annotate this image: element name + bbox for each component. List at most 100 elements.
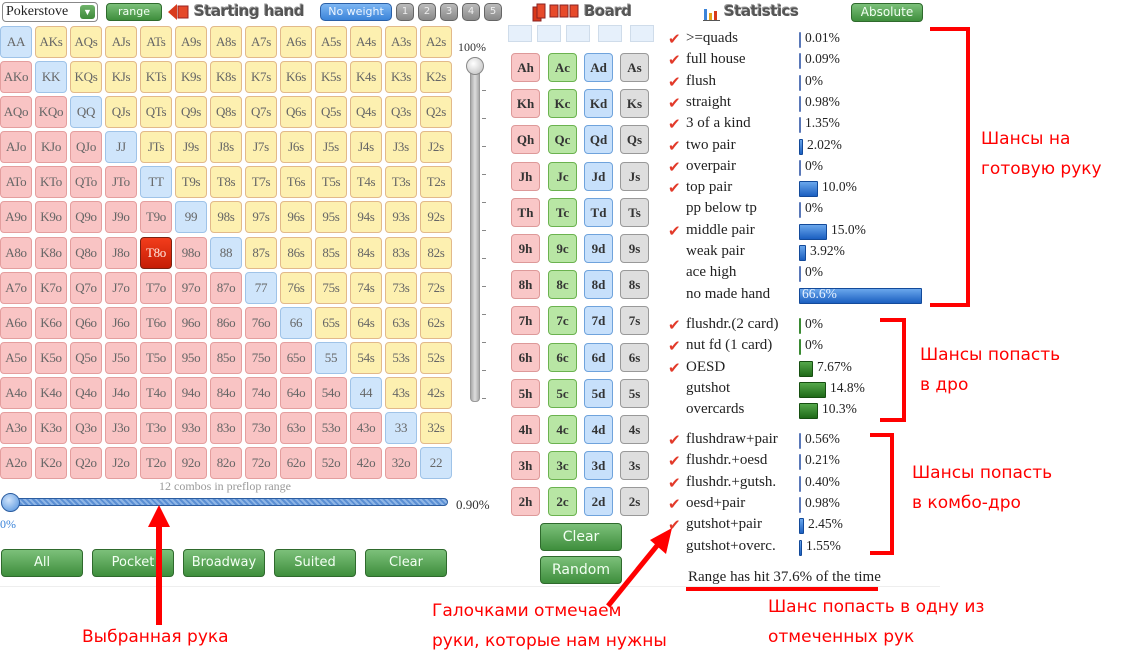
- board-card-3d[interactable]: 3d: [584, 451, 613, 481]
- checkmark-icon[interactable]: ✔: [668, 337, 686, 355]
- hand-cell-Q7o[interactable]: Q7o: [70, 271, 102, 304]
- hand-cell-Q2s[interactable]: Q2s: [420, 96, 452, 129]
- hand-cell-Q3o[interactable]: Q3o: [70, 412, 102, 445]
- hand-cell-86o[interactable]: 86o: [210, 306, 242, 339]
- hand-cell-83s[interactable]: 83s: [385, 236, 417, 269]
- weight-slider-track[interactable]: [470, 62, 480, 402]
- hand-cell-K5s[interactable]: K5s: [315, 61, 347, 94]
- board-card-4d[interactable]: 4d: [584, 415, 613, 444]
- hand-cell-A4o[interactable]: A4o: [0, 376, 32, 409]
- board-card-7h[interactable]: 7h: [511, 306, 540, 336]
- hand-cell-74s[interactable]: 74s: [350, 271, 382, 304]
- hand-cell-T7o[interactable]: T7o: [140, 271, 172, 304]
- board-card-9c[interactable]: 9c: [548, 234, 577, 263]
- hand-cell-44[interactable]: 44: [350, 376, 382, 409]
- hand-cell-A9o[interactable]: A9o: [0, 201, 32, 234]
- board-card-3c[interactable]: 3c: [548, 451, 577, 481]
- board-card-Ac[interactable]: Ac: [548, 53, 577, 82]
- hand-cell-62s[interactable]: 62s: [420, 306, 452, 339]
- hand-cell-K6s[interactable]: K6s: [280, 61, 312, 94]
- hand-cell-92s[interactable]: 92s: [420, 201, 452, 234]
- hand-cell-KK[interactable]: KK: [35, 61, 67, 94]
- board-card-6c[interactable]: 6c: [548, 342, 577, 372]
- hand-cell-JTs[interactable]: JTs: [140, 131, 172, 164]
- board-card-2d[interactable]: 2d: [584, 487, 613, 517]
- hand-cell-42s[interactable]: 42s: [420, 376, 452, 409]
- hand-cell-J3o[interactable]: J3o: [105, 412, 137, 445]
- hand-cell-52o[interactable]: 52o: [315, 447, 347, 480]
- hand-cell-74o[interactable]: 74o: [245, 376, 277, 409]
- hand-cell-65s[interactable]: 65s: [315, 306, 347, 339]
- board-card-8h[interactable]: 8h: [511, 270, 540, 300]
- board-card-5d[interactable]: 5d: [584, 378, 613, 408]
- board-card-Td[interactable]: Td: [584, 197, 613, 227]
- hand-cell-A2s[interactable]: A2s: [420, 26, 452, 58]
- hand-cell-93s[interactable]: 93s: [385, 201, 417, 234]
- hand-cell-K7o[interactable]: K7o: [35, 271, 67, 304]
- hand-cell-94o[interactable]: 94o: [175, 376, 207, 409]
- board-card-Qs[interactable]: Qs: [620, 125, 649, 155]
- hand-cell-A3o[interactable]: A3o: [0, 412, 32, 445]
- board-card-6s[interactable]: 6s: [620, 342, 649, 372]
- checkmark-icon[interactable]: ✔: [668, 452, 686, 470]
- hand-cell-J5s[interactable]: J5s: [315, 131, 347, 164]
- weight-2-button[interactable]: 2: [418, 3, 436, 21]
- board-card-Jd[interactable]: Jd: [584, 161, 613, 191]
- hand-cell-43o[interactable]: 43o: [350, 412, 382, 445]
- board-card-6d[interactable]: 6d: [584, 342, 613, 372]
- checkmark-icon[interactable]: ✔: [668, 474, 686, 492]
- hand-cell-Q8s[interactable]: Q8s: [210, 96, 242, 129]
- board-slot[interactable]: [630, 25, 654, 42]
- board-card-Qd[interactable]: Qd: [584, 125, 613, 155]
- hand-cell-92o[interactable]: 92o: [175, 447, 207, 480]
- hand-cell-T5o[interactable]: T5o: [140, 341, 172, 374]
- hand-cell-AKo[interactable]: AKo: [0, 61, 32, 94]
- weight-3-button[interactable]: 3: [440, 3, 458, 21]
- hand-cell-97s[interactable]: 97s: [245, 201, 277, 234]
- hand-cell-T9o[interactable]: T9o: [140, 201, 172, 234]
- board-card-Jh[interactable]: Jh: [511, 161, 540, 191]
- hand-cell-43s[interactable]: 43s: [385, 376, 417, 409]
- board-card-2h[interactable]: 2h: [511, 487, 540, 517]
- hand-cell-A8s[interactable]: A8s: [210, 26, 242, 58]
- no-weight-button[interactable]: No weight: [320, 3, 392, 21]
- hand-cell-K7s[interactable]: K7s: [245, 61, 277, 94]
- hand-cell-A4s[interactable]: A4s: [350, 26, 382, 58]
- hand-cell-T3s[interactable]: T3s: [385, 166, 417, 199]
- hand-cell-A5s[interactable]: A5s: [315, 26, 347, 58]
- hand-cell-J4o[interactable]: J4o: [105, 376, 137, 409]
- hand-cell-22[interactable]: 22: [420, 447, 452, 480]
- checkmark-icon[interactable]: ✔: [668, 137, 686, 155]
- hand-cell-94s[interactable]: 94s: [350, 201, 382, 234]
- board-card-Ah[interactable]: Ah: [511, 53, 540, 82]
- hand-cell-96o[interactable]: 96o: [175, 306, 207, 339]
- hand-cell-K6o[interactable]: K6o: [35, 306, 67, 339]
- hand-cell-53o[interactable]: 53o: [315, 412, 347, 445]
- hand-cell-AJo[interactable]: AJo: [0, 131, 32, 164]
- hand-cell-J8o[interactable]: J8o: [105, 236, 137, 269]
- hand-cell-T5s[interactable]: T5s: [315, 166, 347, 199]
- hand-cell-J4s[interactable]: J4s: [350, 131, 382, 164]
- hand-cell-52s[interactable]: 52s: [420, 341, 452, 374]
- hand-cell-87s[interactable]: 87s: [245, 236, 277, 269]
- hand-cell-75o[interactable]: 75o: [245, 341, 277, 374]
- board-card-9h[interactable]: 9h: [511, 234, 540, 263]
- hand-cell-97o[interactable]: 97o: [175, 271, 207, 304]
- hand-cell-K3s[interactable]: K3s: [385, 61, 417, 94]
- board-card-4s[interactable]: 4s: [620, 415, 649, 444]
- hand-cell-A3s[interactable]: A3s: [385, 26, 417, 58]
- hand-cell-Q8o[interactable]: Q8o: [70, 236, 102, 269]
- hand-cell-J7o[interactable]: J7o: [105, 271, 137, 304]
- hand-cell-86s[interactable]: 86s: [280, 236, 312, 269]
- hand-cell-T3o[interactable]: T3o: [140, 412, 172, 445]
- hand-cell-33[interactable]: 33: [385, 412, 417, 445]
- hand-cell-Q5s[interactable]: Q5s: [315, 96, 347, 129]
- hand-cell-A5o[interactable]: A5o: [0, 341, 32, 374]
- hand-cell-J6s[interactable]: J6s: [280, 131, 312, 164]
- hand-cell-77[interactable]: 77: [245, 271, 277, 304]
- weight-5-button[interactable]: 5: [484, 3, 502, 21]
- hand-cell-Q9o[interactable]: Q9o: [70, 201, 102, 234]
- hand-cell-QJo[interactable]: QJo: [70, 131, 102, 164]
- hand-cell-K8s[interactable]: K8s: [210, 61, 242, 94]
- board-card-5s[interactable]: 5s: [620, 378, 649, 408]
